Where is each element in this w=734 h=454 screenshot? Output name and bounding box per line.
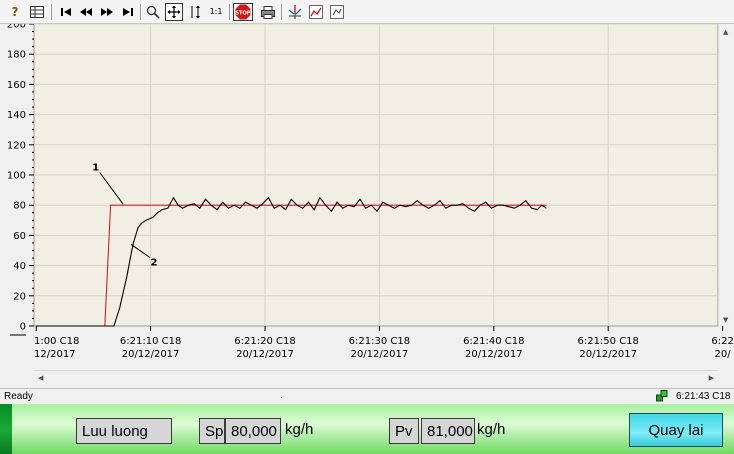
tag-name-value: Luu luong xyxy=(82,422,148,440)
toolbar-separator xyxy=(281,4,282,20)
back-button-label: Quay lai xyxy=(648,421,704,439)
cursor-icon[interactable] xyxy=(286,3,304,21)
previous-icon[interactable] xyxy=(77,3,95,21)
pv-label: Pv xyxy=(395,422,413,440)
status-text: Ready xyxy=(4,391,33,402)
sp-label-box: Sp xyxy=(199,418,225,444)
next-icon[interactable] xyxy=(98,3,116,21)
y-tick-label: 40 xyxy=(13,261,26,272)
pan-icon[interactable] xyxy=(165,3,183,21)
original-size-icon[interactable]: 1:1 xyxy=(207,3,225,21)
x-tick-time-label: 6:22 xyxy=(711,336,733,347)
toolbar-separator xyxy=(229,4,230,20)
y-tick-label: 60 xyxy=(13,231,26,242)
series-label-1: 1 xyxy=(92,162,99,173)
scroll-left-icon[interactable]: ◀ xyxy=(38,374,43,382)
y-tick-label: 180 xyxy=(7,50,26,61)
y-tick-label: 0 xyxy=(20,322,26,333)
x-tick-time-label: 1:00 C18 xyxy=(34,336,79,347)
stop-icon[interactable]: STOP xyxy=(233,3,253,21)
x-tick-time-label: 6:21:40 C18 xyxy=(463,336,524,347)
sp-unit: kg/h xyxy=(285,421,314,438)
stop-label: STOP xyxy=(236,11,251,17)
x-tick-time-label: 6:21:20 C18 xyxy=(234,336,295,347)
y-tick-label: 20 xyxy=(13,291,26,302)
status-bar: Ready . 6:21:43 C18 xyxy=(0,388,734,404)
x-tick-date-label: 20/12/2017 xyxy=(579,349,637,360)
tag-name-field: Luu luong xyxy=(76,418,172,444)
pv-value: 81,000 xyxy=(427,422,473,440)
scroll-down-icon[interactable]: ▼ xyxy=(723,316,728,324)
y-tick-label: 80 xyxy=(13,201,26,212)
table-icon[interactable] xyxy=(28,3,46,21)
print-icon[interactable] xyxy=(259,3,277,21)
vertical-zoom-icon[interactable] xyxy=(186,3,204,21)
x-tick-date-label: 12/2017 xyxy=(34,349,76,360)
zoom-icon[interactable] xyxy=(144,3,162,21)
sp-value: 80,000 xyxy=(231,422,277,440)
sp-label: Sp xyxy=(205,422,224,440)
x-tick-date-label: 20/12/2017 xyxy=(236,349,294,360)
sp-value-field: 80,000 xyxy=(225,418,281,444)
x-tick-time-label: 6:21:10 C18 xyxy=(120,336,181,347)
scroll-up-icon[interactable]: ▲ xyxy=(723,28,728,36)
help-icon[interactable]: ? xyxy=(6,3,24,21)
original-size-label: 1:1 xyxy=(209,7,223,16)
y-tick-label: 120 xyxy=(7,140,26,151)
y-tick-label: 100 xyxy=(7,171,26,182)
toolbar-separator xyxy=(51,4,52,20)
vertical-scrollbar[interactable]: ▲ ▼ xyxy=(718,24,734,326)
status-dot: . xyxy=(280,390,283,401)
first-icon[interactable] xyxy=(57,3,75,21)
back-button[interactable]: Quay lai xyxy=(629,413,723,447)
pv-value-field: 81,000 xyxy=(421,418,475,444)
last-icon[interactable] xyxy=(119,3,137,21)
x-tick-date-label: 20/12/2017 xyxy=(465,349,523,360)
x-tick-date-label: 20/ xyxy=(715,349,732,360)
pv-unit: kg/h xyxy=(477,421,506,438)
toolbar-separator xyxy=(140,4,141,20)
status-time: 6:21:43 C18 xyxy=(676,391,731,402)
y-tick-label: 200 xyxy=(7,24,26,31)
pv-label-box: Pv xyxy=(389,418,419,444)
x-tick-date-label: 20/12/2017 xyxy=(122,349,180,360)
properties-icon[interactable] xyxy=(328,3,346,21)
y-tick-label: 160 xyxy=(7,80,26,91)
y-tick-label: 140 xyxy=(7,110,26,121)
x-tick-time-label: 6:21:30 C18 xyxy=(349,336,410,347)
trend-chart: 0 20 40 60 80 100 120 140 160 180 200 1:00 C18 12/20… xyxy=(0,20,734,388)
x-tick-date-label: 20/12/2017 xyxy=(351,349,409,360)
scroll-right-icon[interactable]: ▶ xyxy=(709,374,714,382)
trend-toolbar: ? 1:1 STOP xyxy=(0,0,734,24)
chart-canvas: 0 20 40 60 80 100 120 140 160 180 200 1:00 C18 12/20… xyxy=(7,20,734,361)
statistics-icon[interactable] xyxy=(307,3,325,21)
horizontal-scrollbar[interactable]: ◀ ▶ xyxy=(34,370,718,386)
x-tick-time-label: 6:21:50 C18 xyxy=(577,336,638,347)
series-label-2: 2 xyxy=(151,258,158,269)
network-icon xyxy=(656,390,668,405)
